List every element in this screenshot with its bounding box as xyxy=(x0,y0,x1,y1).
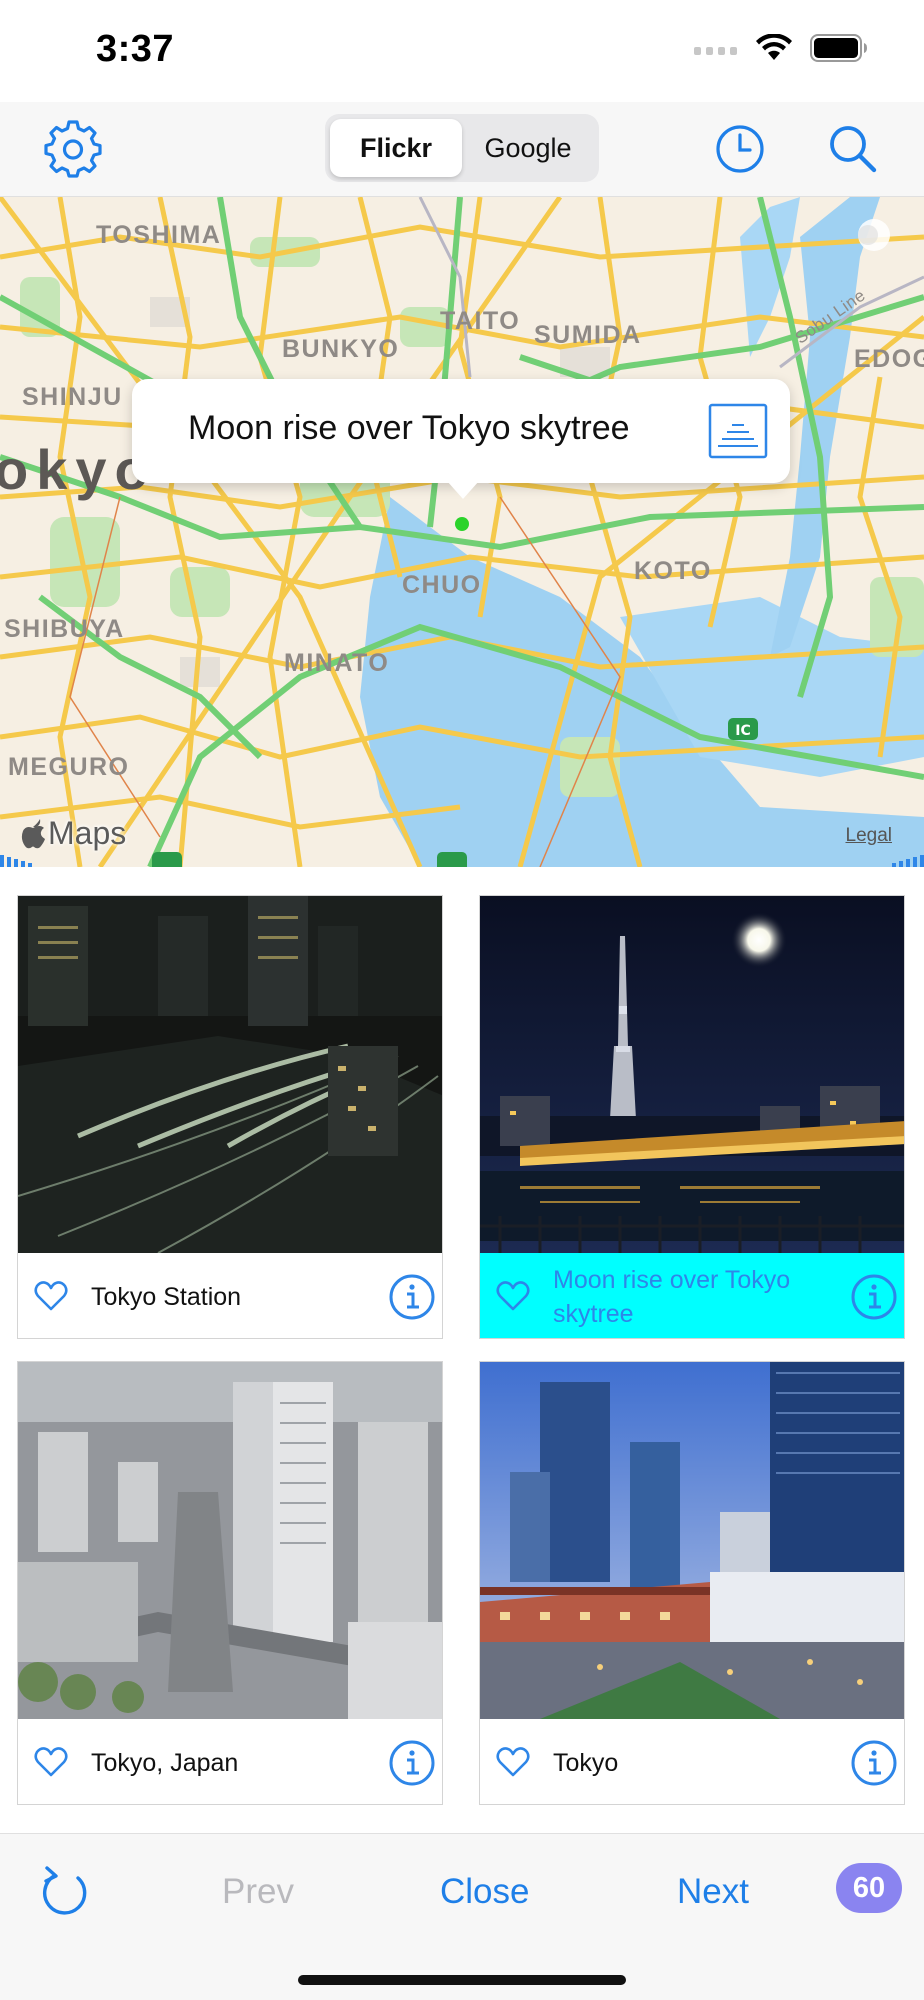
svg-text:IC: IC xyxy=(735,723,750,739)
info-icon[interactable] xyxy=(388,1739,436,1787)
photo-caption: Tokyo xyxy=(553,1748,619,1777)
map-label-bunkyo: BUNKYO xyxy=(282,335,400,363)
map-label-chuo: CHUO xyxy=(402,571,482,599)
caption-bar: Tokyo, Japan xyxy=(18,1719,442,1804)
clock-icon xyxy=(716,125,764,173)
photo-count-badge: 60 xyxy=(836,1863,902,1913)
callout-title: Moon rise over Tokyo skytree xyxy=(188,409,630,447)
close-button[interactable]: Close xyxy=(440,1872,529,1912)
photo-caption: Tokyo, Japan xyxy=(91,1748,239,1777)
heart-icon[interactable] xyxy=(34,1745,68,1779)
photo-card-tokyo[interactable]: Tokyo xyxy=(479,1361,905,1805)
map-label-toshima: TOSHIMA xyxy=(96,221,222,249)
caption-bar: Moon rise over Tokyo skytree xyxy=(480,1253,904,1338)
info-icon[interactable] xyxy=(850,1273,898,1321)
apple-maps-logo: Maps xyxy=(20,815,126,852)
map-view[interactable]: IC TOSHIMA TAITO SUMIDA BUNKYO SHINJU ok… xyxy=(0,197,924,867)
photo-detail-icon[interactable] xyxy=(708,403,768,459)
home-indicator xyxy=(298,1975,626,1985)
heart-icon[interactable] xyxy=(496,1279,530,1313)
cellular-signal-icon xyxy=(694,47,737,55)
segment-google[interactable]: Google xyxy=(462,119,594,177)
photo-thumbnail[interactable] xyxy=(480,1362,905,1719)
maps-logo-text: Maps xyxy=(48,815,127,851)
map-label-shibuya: SHIBUYA xyxy=(4,615,125,643)
photo-thumbnail[interactable] xyxy=(18,896,443,1253)
map-label-sumida: SUMIDA xyxy=(534,321,642,349)
battery-icon xyxy=(810,34,867,62)
info-icon[interactable] xyxy=(850,1739,898,1787)
map-label-edogawa: EDOG xyxy=(854,345,924,373)
segment-flickr[interactable]: Flickr xyxy=(330,119,462,177)
photo-grid: Tokyo Station Moon rise over Tokyo skytr… xyxy=(0,867,924,1833)
caption-bar: Tokyo Station xyxy=(18,1253,442,1338)
photo-card-moon-rise-skytree[interactable]: Moon rise over Tokyo skytree xyxy=(479,895,905,1339)
map-label-taito: TAITO xyxy=(440,307,521,335)
map-background: IC xyxy=(0,197,924,867)
status-time: 3:37 xyxy=(96,28,175,70)
photo-caption: Tokyo Station xyxy=(91,1282,242,1311)
map-label-koto: KOTO xyxy=(634,557,712,585)
bottom-toolbar: Prev Close Next 60 xyxy=(0,1833,924,2000)
apple-logo-icon xyxy=(21,818,45,848)
photo-card-tokyo-station[interactable]: Tokyo Station xyxy=(17,895,443,1339)
photo-caption: Moon rise over Tokyo skytree xyxy=(553,1265,791,1328)
info-icon[interactable] xyxy=(388,1273,436,1321)
status-bar: 3:37 xyxy=(0,0,924,102)
search-button[interactable] xyxy=(822,118,884,180)
map-label-shinjuku: SHINJU xyxy=(22,383,123,411)
map-pin-callout[interactable]: Moon rise over Tokyo skytree xyxy=(132,379,790,483)
status-icons xyxy=(694,34,868,62)
refresh-icon xyxy=(43,1874,87,1915)
next-button[interactable]: Next xyxy=(677,1872,749,1912)
photo-card-tokyo-japan[interactable]: Tokyo, Japan xyxy=(17,1361,443,1805)
legal-link[interactable]: Legal xyxy=(846,825,893,847)
refresh-button[interactable] xyxy=(38,1864,94,1920)
photo-thumbnail[interactable] xyxy=(18,1362,443,1719)
heart-icon[interactable] xyxy=(34,1279,68,1313)
callout-pointer xyxy=(447,481,479,499)
source-segmented-control: Flickr Google xyxy=(325,114,599,182)
photo-thumbnail[interactable] xyxy=(480,896,905,1253)
caption-bar: Tokyo xyxy=(480,1719,904,1804)
wifi-icon xyxy=(756,34,792,60)
search-icon xyxy=(830,126,877,173)
map-label-minato: MINATO xyxy=(284,649,390,677)
heart-icon[interactable] xyxy=(496,1745,530,1779)
history-button[interactable] xyxy=(709,118,771,180)
prev-button[interactable]: Prev xyxy=(222,1872,294,1912)
app-screen: 3:37 Flickr Google IC TOSHIMA TAITO SUMI… xyxy=(0,0,924,2000)
map-label-meguro: MEGURO xyxy=(8,753,130,781)
settings-button[interactable] xyxy=(42,118,104,180)
top-toolbar: Flickr Google xyxy=(0,102,924,197)
gear-icon xyxy=(44,120,102,178)
